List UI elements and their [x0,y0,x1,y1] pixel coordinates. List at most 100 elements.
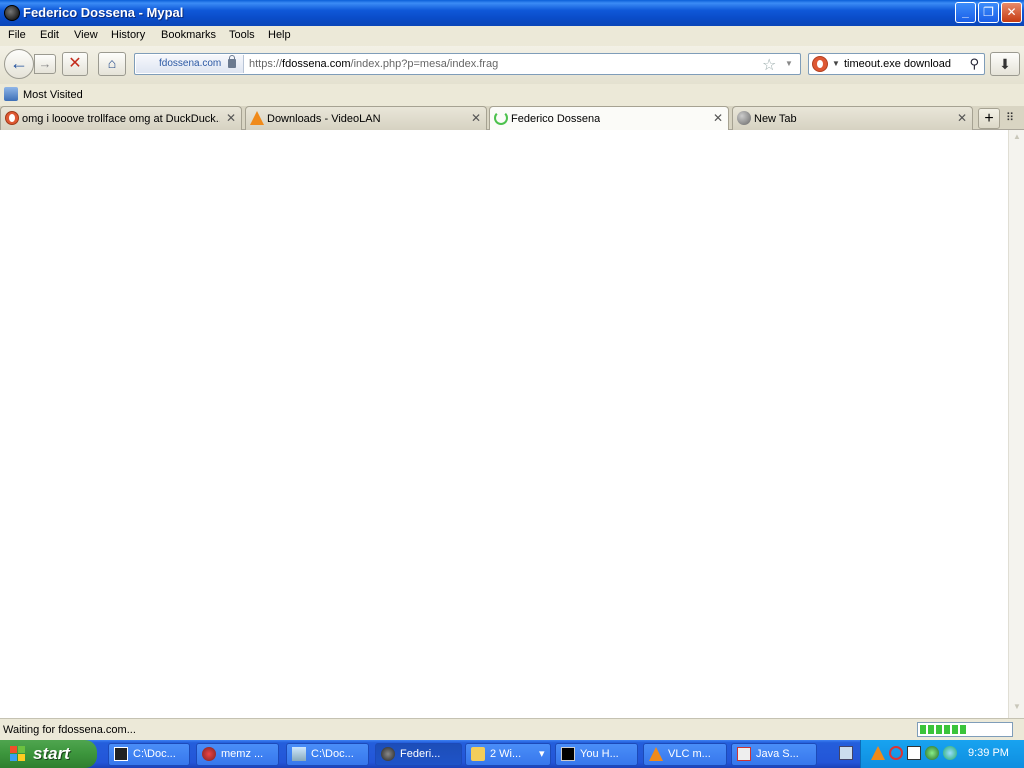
taskbar-item-notepad[interactable]: C:\Doc... [286,743,369,766]
list-all-tabs-icon[interactable]: ⠿ [1006,111,1014,124]
search-input[interactable]: timeout.exe download [844,58,951,70]
taskbar-item-cmd[interactable]: You H... [555,743,638,766]
scroll-down-icon[interactable]: ▼ [1011,702,1023,715]
globe-icon [737,111,751,125]
status-bar: Waiting for fdossena.com... [0,718,1024,740]
back-button[interactable]: ← [4,49,34,79]
menu-bar: File Edit View History Bookmarks Tools H… [0,26,1024,46]
loading-progress-bar [917,722,1013,737]
group-arrow-icon: ▾ [539,748,545,760]
most-visited-bookmark[interactable]: Most Visited [23,89,83,101]
status-text: Waiting for fdossena.com... [3,724,136,736]
taskbar-item-label: 2 Wi... [490,748,522,760]
notepad-icon [292,747,306,761]
search-bar[interactable]: ▼ timeout.exe download ⚲ [808,53,985,75]
hfs-tray-icon[interactable] [907,746,921,760]
taskbar-item-7zip[interactable]: C:\Doc... [108,743,190,766]
close-tab-icon[interactable]: ✕ [713,111,723,125]
bookmarks-toolbar: Most Visited [0,84,1024,106]
taskbar-item-label: C:\Doc... [133,748,176,760]
tab-label: New Tab [754,113,797,125]
taskbar-item-label: Java S... [756,748,799,760]
taskbar-item-memz[interactable]: memz ... [196,743,279,766]
url-history-dropdown-icon[interactable]: ▼ [785,59,793,68]
downloads-button[interactable]: ⬇ [990,52,1020,76]
taskbar-item-label: Federi... [400,748,441,760]
loading-spinner-icon [494,111,508,125]
maximize-button[interactable]: ❐ [978,2,999,23]
vlc-cone-icon [250,111,264,125]
stop-button[interactable]: ✕ [62,52,88,76]
taskbar: start C:\Doc... memz ... C:\Doc... Feder… [0,740,1024,768]
close-window-button[interactable]: ✕ [1001,2,1022,23]
folder-icon [471,747,485,761]
progress-fill [920,725,967,734]
magnifier-tray-icon[interactable] [889,746,903,760]
keyboard-icon[interactable] [839,746,853,760]
mypal-icon [381,747,395,761]
url-host: fdossena.com [282,58,351,70]
page-content[interactable] [0,130,1008,718]
bookmark-star-icon[interactable]: ☆ [762,55,776,75]
window-title: Federico Dossena - Mypal [23,5,184,20]
close-tab-icon[interactable]: ✕ [957,111,967,125]
lock-icon [228,55,236,68]
close-tab-icon[interactable]: ✕ [471,111,481,125]
close-tab-icon[interactable]: ✕ [226,111,236,125]
search-icon[interactable]: ⚲ [969,56,979,72]
taskbar-item-label: You H... [580,748,619,760]
tab-label: Federico Dossena [511,113,601,125]
cmd-icon [561,747,575,761]
site-identity-label: fdossena.com [159,58,222,69]
tab-label: Downloads - VideoLAN [267,113,381,125]
home-button[interactable]: ⌂ [98,52,126,76]
taskbar-item-explorer-group[interactable]: 2 Wi... ▾ [465,743,551,766]
url-path: /index.php?p=mesa/index.frag [350,58,499,70]
taskbar-item-java[interactable]: Java S... [731,743,817,766]
taskbar-item-label: memz ... [221,748,264,760]
site-identity-button[interactable]: fdossena.com [136,55,244,73]
duckduckgo-icon[interactable] [812,56,828,72]
url-bar[interactable]: fdossena.com https://fdossena.com/index.… [134,53,801,75]
tab-federico-dossena[interactable]: Federico Dossena ✕ [489,106,729,131]
taskbar-item-mypal[interactable]: Federi... [375,743,462,766]
taskbar-item-vlc[interactable]: VLC m... [643,743,727,766]
menu-file[interactable]: File [8,29,26,41]
tab-strip: omg i looove trollface omg at DuckDuck..… [0,106,1024,131]
search-engine-dropdown-icon[interactable]: ▼ [832,59,840,68]
vlc-tray-icon[interactable] [871,746,885,760]
taskbar-item-label: VLC m... [668,748,711,760]
windows-flag-icon [10,746,27,762]
menu-edit[interactable]: Edit [40,29,59,41]
start-button[interactable]: start [0,740,97,768]
vlc-cone-icon [649,747,663,761]
minimize-button[interactable]: _ [955,2,976,23]
connection-tray-icon[interactable] [943,746,957,760]
java-icon [737,747,751,761]
menu-history[interactable]: History [111,29,145,41]
menu-view[interactable]: View [74,29,98,41]
url-prefix: https:// [249,58,283,70]
tab-videolan[interactable]: Downloads - VideoLAN ✕ [245,106,487,130]
taskbar-item-label: C:\Doc... [311,748,354,760]
mypal-app-icon[interactable] [4,5,20,21]
menu-bookmarks[interactable]: Bookmarks [161,29,216,41]
network-tray-icon[interactable] [925,746,939,760]
forward-button[interactable]: → [34,54,56,74]
tab-duckduckgo[interactable]: omg i looove trollface omg at DuckDuck..… [0,106,242,130]
menu-help[interactable]: Help [268,29,291,41]
start-label: start [33,744,70,763]
paint-icon [202,747,216,761]
tab-new-tab[interactable]: New Tab ✕ [732,106,973,130]
duckduckgo-icon [5,111,19,125]
tab-label: omg i looove trollface omg at DuckDuck..… [22,113,220,125]
most-visited-icon [4,87,18,101]
7zip-icon [114,747,128,761]
scroll-up-icon[interactable]: ▲ [1011,132,1023,145]
new-tab-button[interactable]: + [978,108,1000,129]
menu-tools[interactable]: Tools [229,29,255,41]
url-text[interactable]: https://fdossena.com/index.php?p=mesa/in… [249,58,498,70]
vertical-scrollbar[interactable]: ▲ ▼ [1008,130,1024,718]
taskbar-clock[interactable]: 9:39 PM [968,747,1009,759]
title-bar[interactable]: Federico Dossena - Mypal _ ❐ ✕ [0,0,1024,26]
